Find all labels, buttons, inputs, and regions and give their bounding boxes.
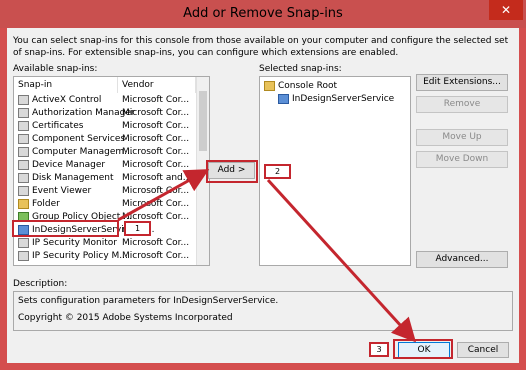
arrow-add-to-ok xyxy=(266,178,417,343)
dialog-window: Add or Remove Snap-ins ✕ You can select … xyxy=(0,0,526,370)
annotation-arrows xyxy=(117,169,417,343)
arrow-snapin-to-add xyxy=(117,169,210,222)
